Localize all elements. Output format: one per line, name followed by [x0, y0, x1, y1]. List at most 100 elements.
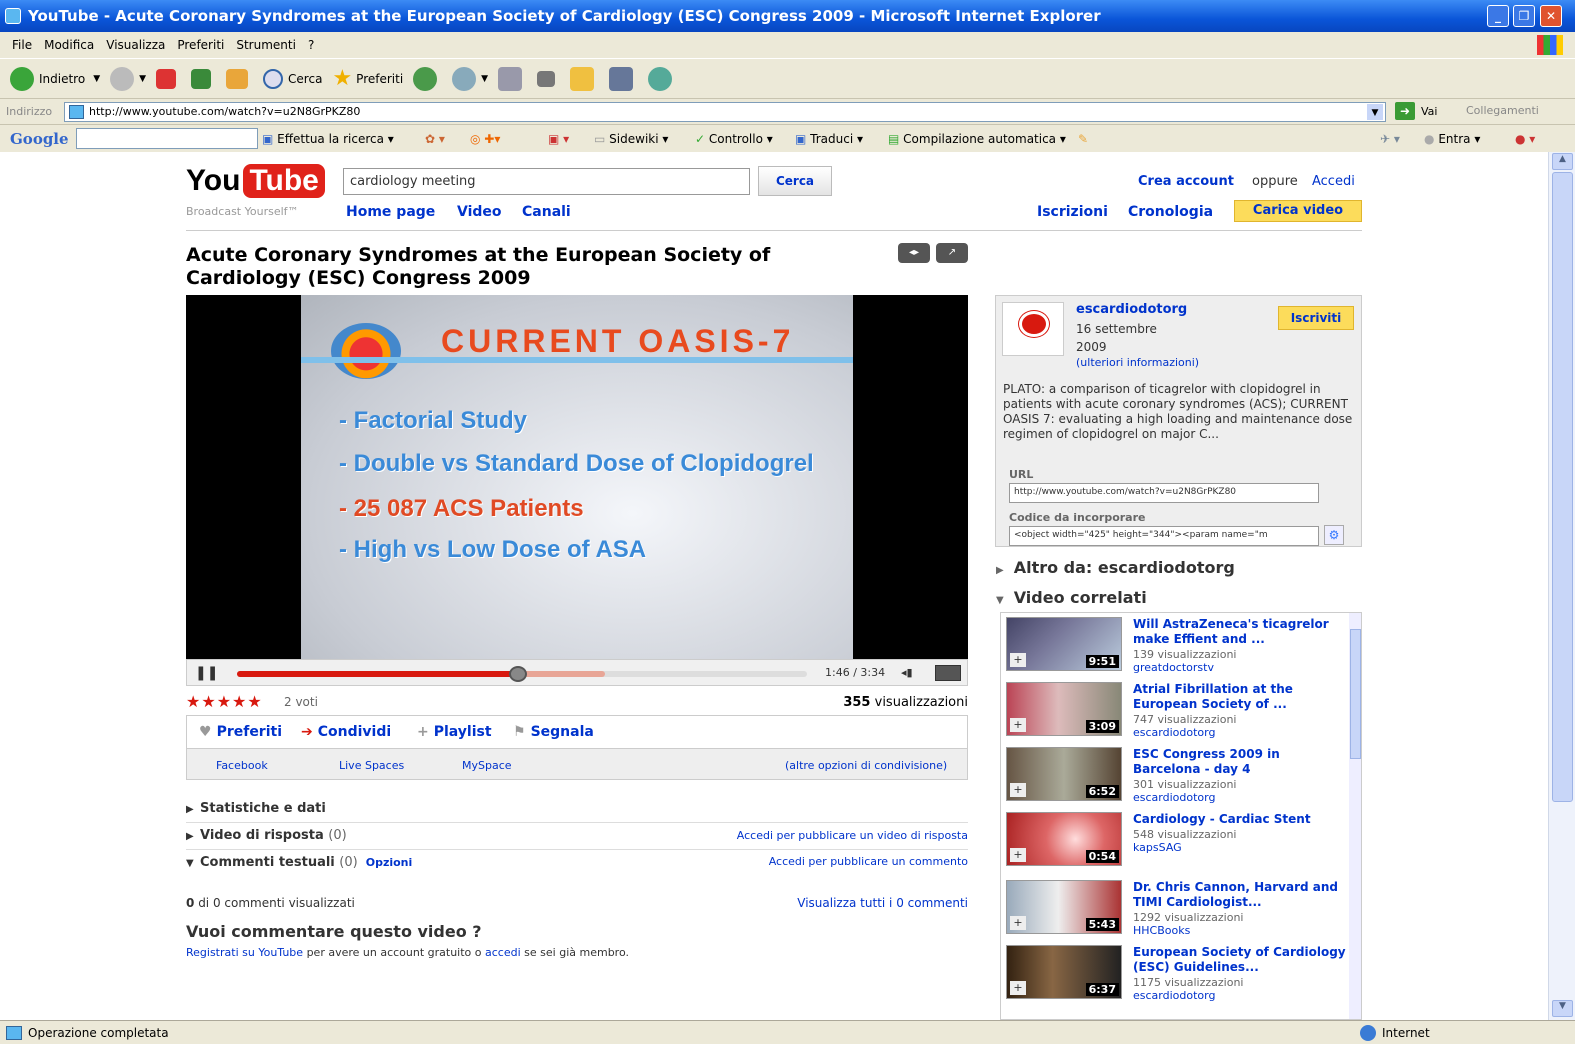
related-video-title[interactable]: European Society of Cardiology (ESC) Gui… [1133, 945, 1347, 975]
expand-player-button[interactable]: ◂▸ [898, 243, 930, 263]
more-from-toggle[interactable]: ▶ Altro da: escardiodotorg [996, 558, 1235, 577]
related-video-channel[interactable]: HHCBooks [1133, 924, 1190, 937]
share-myspace[interactable]: MySpace [462, 759, 512, 772]
menu-help[interactable]: ? [308, 38, 314, 52]
address-dropdown-icon[interactable]: ▼ [1367, 104, 1383, 120]
upload-button[interactable]: Carica video [1234, 200, 1362, 222]
edit-button[interactable] [537, 70, 560, 87]
google-search-button[interactable]: ▣ Effettua la ricerca ▾ [262, 132, 394, 146]
search-button[interactable]: Cerca [263, 68, 322, 89]
menu-favorites[interactable]: Preferiti [177, 38, 224, 52]
subscriptions-link[interactable]: Iscrizioni [1037, 204, 1108, 220]
related-video-title[interactable]: Atrial Fibrillation at the European Soci… [1133, 682, 1347, 712]
post-response-link[interactable]: Accedi per pubblicare un video di rispos… [737, 829, 968, 842]
scroll-up-icon[interactable]: ▲ [1552, 153, 1573, 170]
translate-button[interactable]: ▣ Traduci ▾ [795, 132, 863, 146]
comment-options-link[interactable]: Opzioni [366, 856, 413, 869]
flower-icon[interactable]: ✿ ▾ [425, 132, 445, 146]
signin-link[interactable]: accedi [485, 946, 521, 959]
related-video-item[interactable]: +6:52 ESC Congress 2009 in Barcelona - d… [1001, 743, 1349, 807]
channel-avatar[interactable] [1002, 302, 1064, 356]
wrench-icon[interactable]: ✈ ▾ [1380, 132, 1400, 146]
related-video-title[interactable]: Cardiology - Cardiac Stent [1133, 812, 1347, 827]
go-button[interactable]: ➜ Vai [1395, 102, 1437, 120]
search-input[interactable]: cardiology meeting [343, 168, 750, 195]
spellcheck-button[interactable]: ✓ Controllo ▾ [695, 132, 773, 146]
related-video-channel[interactable]: escardiodotorg [1133, 791, 1215, 804]
extra-icon[interactable]: ● ▾ [1515, 132, 1535, 146]
related-video-item[interactable]: +6:37 European Society of Cardiology (ES… [1001, 941, 1349, 1005]
menu-file[interactable]: File [12, 38, 32, 52]
folder-button[interactable] [570, 66, 599, 91]
favorites-button[interactable]: ★ Preferiti [332, 66, 403, 91]
flag-action[interactable]: ⚑ Segnala [513, 724, 594, 740]
research-button[interactable] [609, 66, 638, 91]
fullscreen-button[interactable] [935, 665, 961, 681]
responses-section-toggle[interactable]: ▶ Video di risposta (0) [186, 828, 347, 843]
menu-edit[interactable]: Modifica [44, 38, 94, 52]
video-thumbnail[interactable]: +6:37 [1006, 945, 1122, 999]
refresh-button[interactable] [191, 68, 216, 89]
youtube-logo[interactable]: You Tube [186, 164, 325, 198]
favorites-action[interactable]: ♥ Preferiti [199, 724, 282, 740]
rating-stars[interactable]: ★★★★★ [186, 692, 263, 711]
add-to-queue-icon[interactable]: + [1010, 653, 1026, 667]
seek-bar[interactable] [237, 666, 807, 682]
spiral-icon[interactable]: ◎ ✚▾ [470, 132, 500, 146]
popout-button[interactable]: ↗ [936, 243, 968, 263]
mail-button[interactable]: ▼ [452, 66, 488, 91]
video-player[interactable]: CURRENT OASIS-7 - Factorial Study - Doub… [186, 295, 968, 659]
autofill-button[interactable]: ▤ Compilazione automatica ▾ [888, 132, 1066, 146]
google-search-input[interactable] [76, 128, 258, 149]
gear-icon[interactable]: ⚙ [1324, 525, 1344, 545]
url-field[interactable]: http://www.youtube.com/watch?v=u2N8GrPKZ… [1009, 483, 1319, 503]
related-video-title[interactable]: ESC Congress 2009 in Barcelona - day 4 [1133, 747, 1347, 777]
address-input[interactable]: http://www.youtube.com/watch?v=u2N8GrPKZ… [64, 102, 1386, 122]
minimize-button[interactable]: _ [1487, 5, 1509, 27]
add-to-queue-icon[interactable]: + [1010, 718, 1026, 732]
add-to-queue-icon[interactable]: + [1010, 981, 1026, 995]
links-label[interactable]: Collegamenti [1466, 104, 1539, 117]
video-thumbnail[interactable]: +0:54 [1006, 812, 1122, 866]
maximize-button[interactable]: ❐ [1513, 5, 1535, 27]
nav-video[interactable]: Video [457, 204, 502, 220]
more-info-link[interactable]: (ulteriori informazioni) [1076, 356, 1199, 369]
stats-section-toggle[interactable]: ▶ Statistiche e dati [186, 801, 326, 816]
related-video-channel[interactable]: escardiodotorg [1133, 726, 1215, 739]
related-scroll-thumb[interactable] [1350, 629, 1361, 759]
related-video-title[interactable]: Will AstraZeneca's ticagrelor make Effie… [1133, 617, 1347, 647]
create-account-link[interactable]: Crea account [1138, 174, 1234, 189]
pencil-icon[interactable]: ✎ [1078, 132, 1088, 146]
signin-button[interactable]: ● Entra ▾ [1424, 132, 1480, 146]
stop-button[interactable] [156, 68, 181, 89]
video-thumbnail[interactable]: +3:09 [1006, 682, 1122, 736]
related-video-item[interactable]: +5:43 Dr. Chris Cannon, Harvard and TIMI… [1001, 876, 1349, 940]
channel-name[interactable]: escardiodotorg [1076, 302, 1187, 317]
embed-field[interactable]: <object width="425" height="344"><param … [1009, 526, 1319, 546]
related-video-item[interactable]: +0:54 Cardiology - Cardiac Stent 548 vis… [1001, 808, 1349, 872]
history-button[interactable] [413, 66, 442, 91]
forward-button[interactable]: ▼ [110, 66, 146, 91]
share-action[interactable]: ➔ Condividi [301, 724, 391, 740]
playlist-action[interactable]: + Playlist [417, 724, 492, 740]
home-button[interactable] [226, 68, 253, 89]
page-scroll-thumb[interactable] [1552, 172, 1573, 802]
share-live-spaces[interactable]: Live Spaces [339, 759, 404, 772]
related-video-channel[interactable]: escardiodotorg [1133, 989, 1215, 1002]
subscribe-button[interactable]: Iscriviti [1278, 306, 1354, 330]
add-to-queue-icon[interactable]: + [1010, 916, 1026, 930]
search-button[interactable]: Cerca [758, 166, 832, 196]
back-button[interactable]: Indietro ▼ [10, 66, 100, 91]
nav-channels[interactable]: Canali [522, 204, 571, 220]
add-to-queue-icon[interactable]: + [1010, 848, 1026, 862]
close-button[interactable]: ✕ [1540, 5, 1562, 27]
share-more-options[interactable]: (altre opzioni di condivisione) [785, 759, 947, 772]
pause-button[interactable]: ❚❚ [195, 665, 218, 681]
seek-handle[interactable] [509, 666, 528, 682]
messenger-button[interactable] [648, 66, 677, 91]
popup-blocker-icon[interactable]: ▣ ▾ [548, 132, 569, 146]
print-button[interactable] [498, 66, 527, 91]
share-facebook[interactable]: Facebook [216, 759, 268, 772]
related-scrollbar[interactable] [1349, 613, 1361, 1019]
related-videos-toggle[interactable]: ▼ Video correlati [996, 588, 1147, 607]
